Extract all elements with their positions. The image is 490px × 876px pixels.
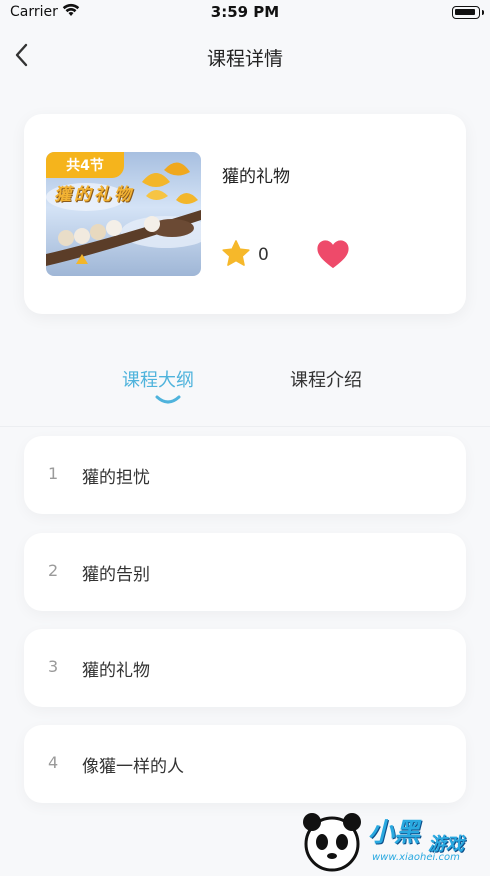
course-card: 共4节 獾的礼物 獾的礼物 0 — [24, 114, 466, 314]
navigation-bar: 课程详情 — [0, 30, 490, 82]
lesson-item[interactable]: 3 獾的礼物 — [24, 629, 466, 707]
lesson-item[interactable]: 4 像獾一样的人 — [24, 725, 466, 803]
tab-outline[interactable]: 课程大纲 — [122, 366, 194, 392]
lesson-title: 像獾一样的人 — [82, 757, 184, 777]
course-cover-image[interactable]: 共4节 獾的礼物 — [46, 152, 201, 276]
course-title: 獾的礼物 — [222, 167, 290, 187]
lesson-title: 獾的告别 — [82, 565, 150, 585]
lesson-number: 1 — [48, 464, 59, 483]
watermark-url: www.xiaohei.com — [372, 852, 460, 863]
page-title: 课程详情 — [206, 48, 283, 70]
divider — [0, 426, 490, 427]
lesson-title: 獾的礼物 — [82, 661, 150, 681]
tab-bar: 课程大纲 课程介绍 — [0, 360, 490, 416]
lesson-number: 2 — [48, 561, 59, 580]
watermark-brand: 小黑 — [368, 818, 421, 848]
lesson-number: 3 — [48, 657, 59, 676]
status-bar: Carrier 3:59 PM — [0, 0, 490, 26]
tab-intro[interactable]: 课程介绍 — [290, 366, 362, 392]
star-count: 0 — [258, 245, 269, 265]
lesson-item[interactable]: 2 獾的告别 — [24, 533, 466, 611]
cover-title-text: 獾的礼物 — [54, 185, 134, 205]
lesson-item[interactable]: 1 獾的担忧 — [24, 436, 466, 514]
lesson-title: 獾的担忧 — [82, 468, 150, 488]
heart-icon[interactable] — [316, 238, 350, 270]
lesson-count-badge: 共4节 — [46, 152, 124, 178]
star-icon[interactable] — [220, 238, 252, 270]
battery-icon — [452, 6, 484, 19]
tab-active-indicator — [155, 395, 181, 404]
clock: 3:59 PM — [210, 3, 280, 21]
lesson-number: 4 — [48, 753, 59, 772]
